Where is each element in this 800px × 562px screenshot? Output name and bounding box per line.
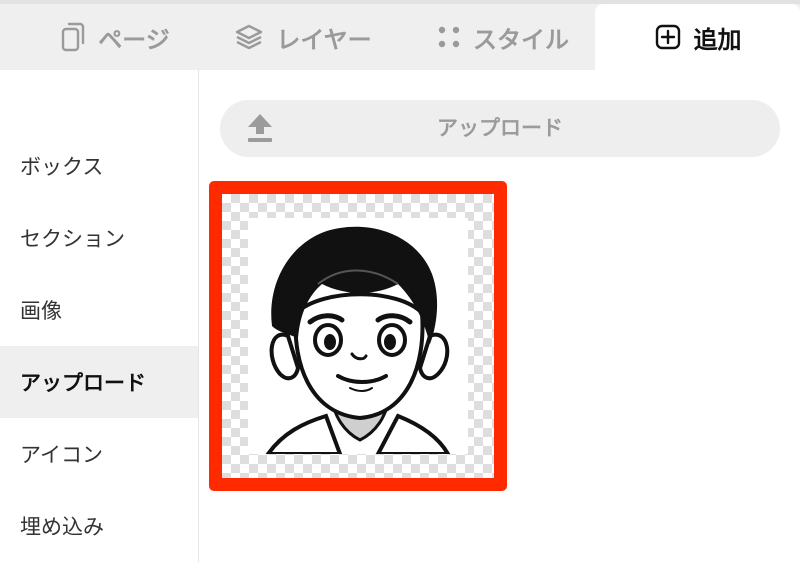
sidebar-item-embed[interactable]: 埋め込み — [0, 490, 198, 562]
sidebar-item-icon[interactable]: アイコン — [0, 418, 198, 490]
tab-page[interactable]: ページ — [40, 4, 190, 70]
upload-button[interactable]: アップロード — [220, 100, 780, 157]
tab-page-label: ページ — [98, 25, 170, 54]
portrait-illustration — [248, 218, 468, 454]
sidebar-item-label: 画像 — [20, 299, 62, 323]
sidebar-item-label: アイコン — [20, 443, 103, 467]
sidebar-item-image[interactable]: 画像 — [0, 274, 198, 346]
layers-icon — [234, 23, 264, 51]
sidebar-item-upload[interactable]: アップロード — [0, 346, 198, 418]
tab-add-label: 追加 — [693, 25, 742, 54]
tab-style[interactable]: スタイル — [428, 4, 578, 70]
panel-tab-bar: ページ レイヤー スタイル 追加 — [0, 4, 800, 70]
tab-add[interactable]: 追加 — [595, 4, 800, 70]
plus-box-icon — [654, 23, 682, 51]
sidebar-item-label: ボックス — [20, 155, 104, 179]
tab-layers-label: レイヤー — [276, 25, 372, 54]
sidebar-item-label: アップロード — [20, 371, 146, 395]
sidebar-item-box[interactable]: ボックス — [0, 130, 198, 202]
dots-icon — [437, 25, 461, 49]
uploaded-image-thumbnail[interactable] — [209, 181, 507, 491]
tab-style-label: スタイル — [473, 25, 569, 54]
page-icon — [60, 21, 86, 53]
tab-layers[interactable]: レイヤー — [228, 4, 378, 70]
upload-button-label: アップロード — [437, 116, 563, 140]
add-category-sidebar: ボックス セクション 画像 アップロード アイコン 埋め込み — [0, 70, 199, 562]
sidebar-item-label: 埋め込み — [20, 515, 104, 539]
sidebar-item-section[interactable]: セクション — [0, 202, 198, 274]
sidebar-item-label: セクション — [20, 227, 125, 251]
